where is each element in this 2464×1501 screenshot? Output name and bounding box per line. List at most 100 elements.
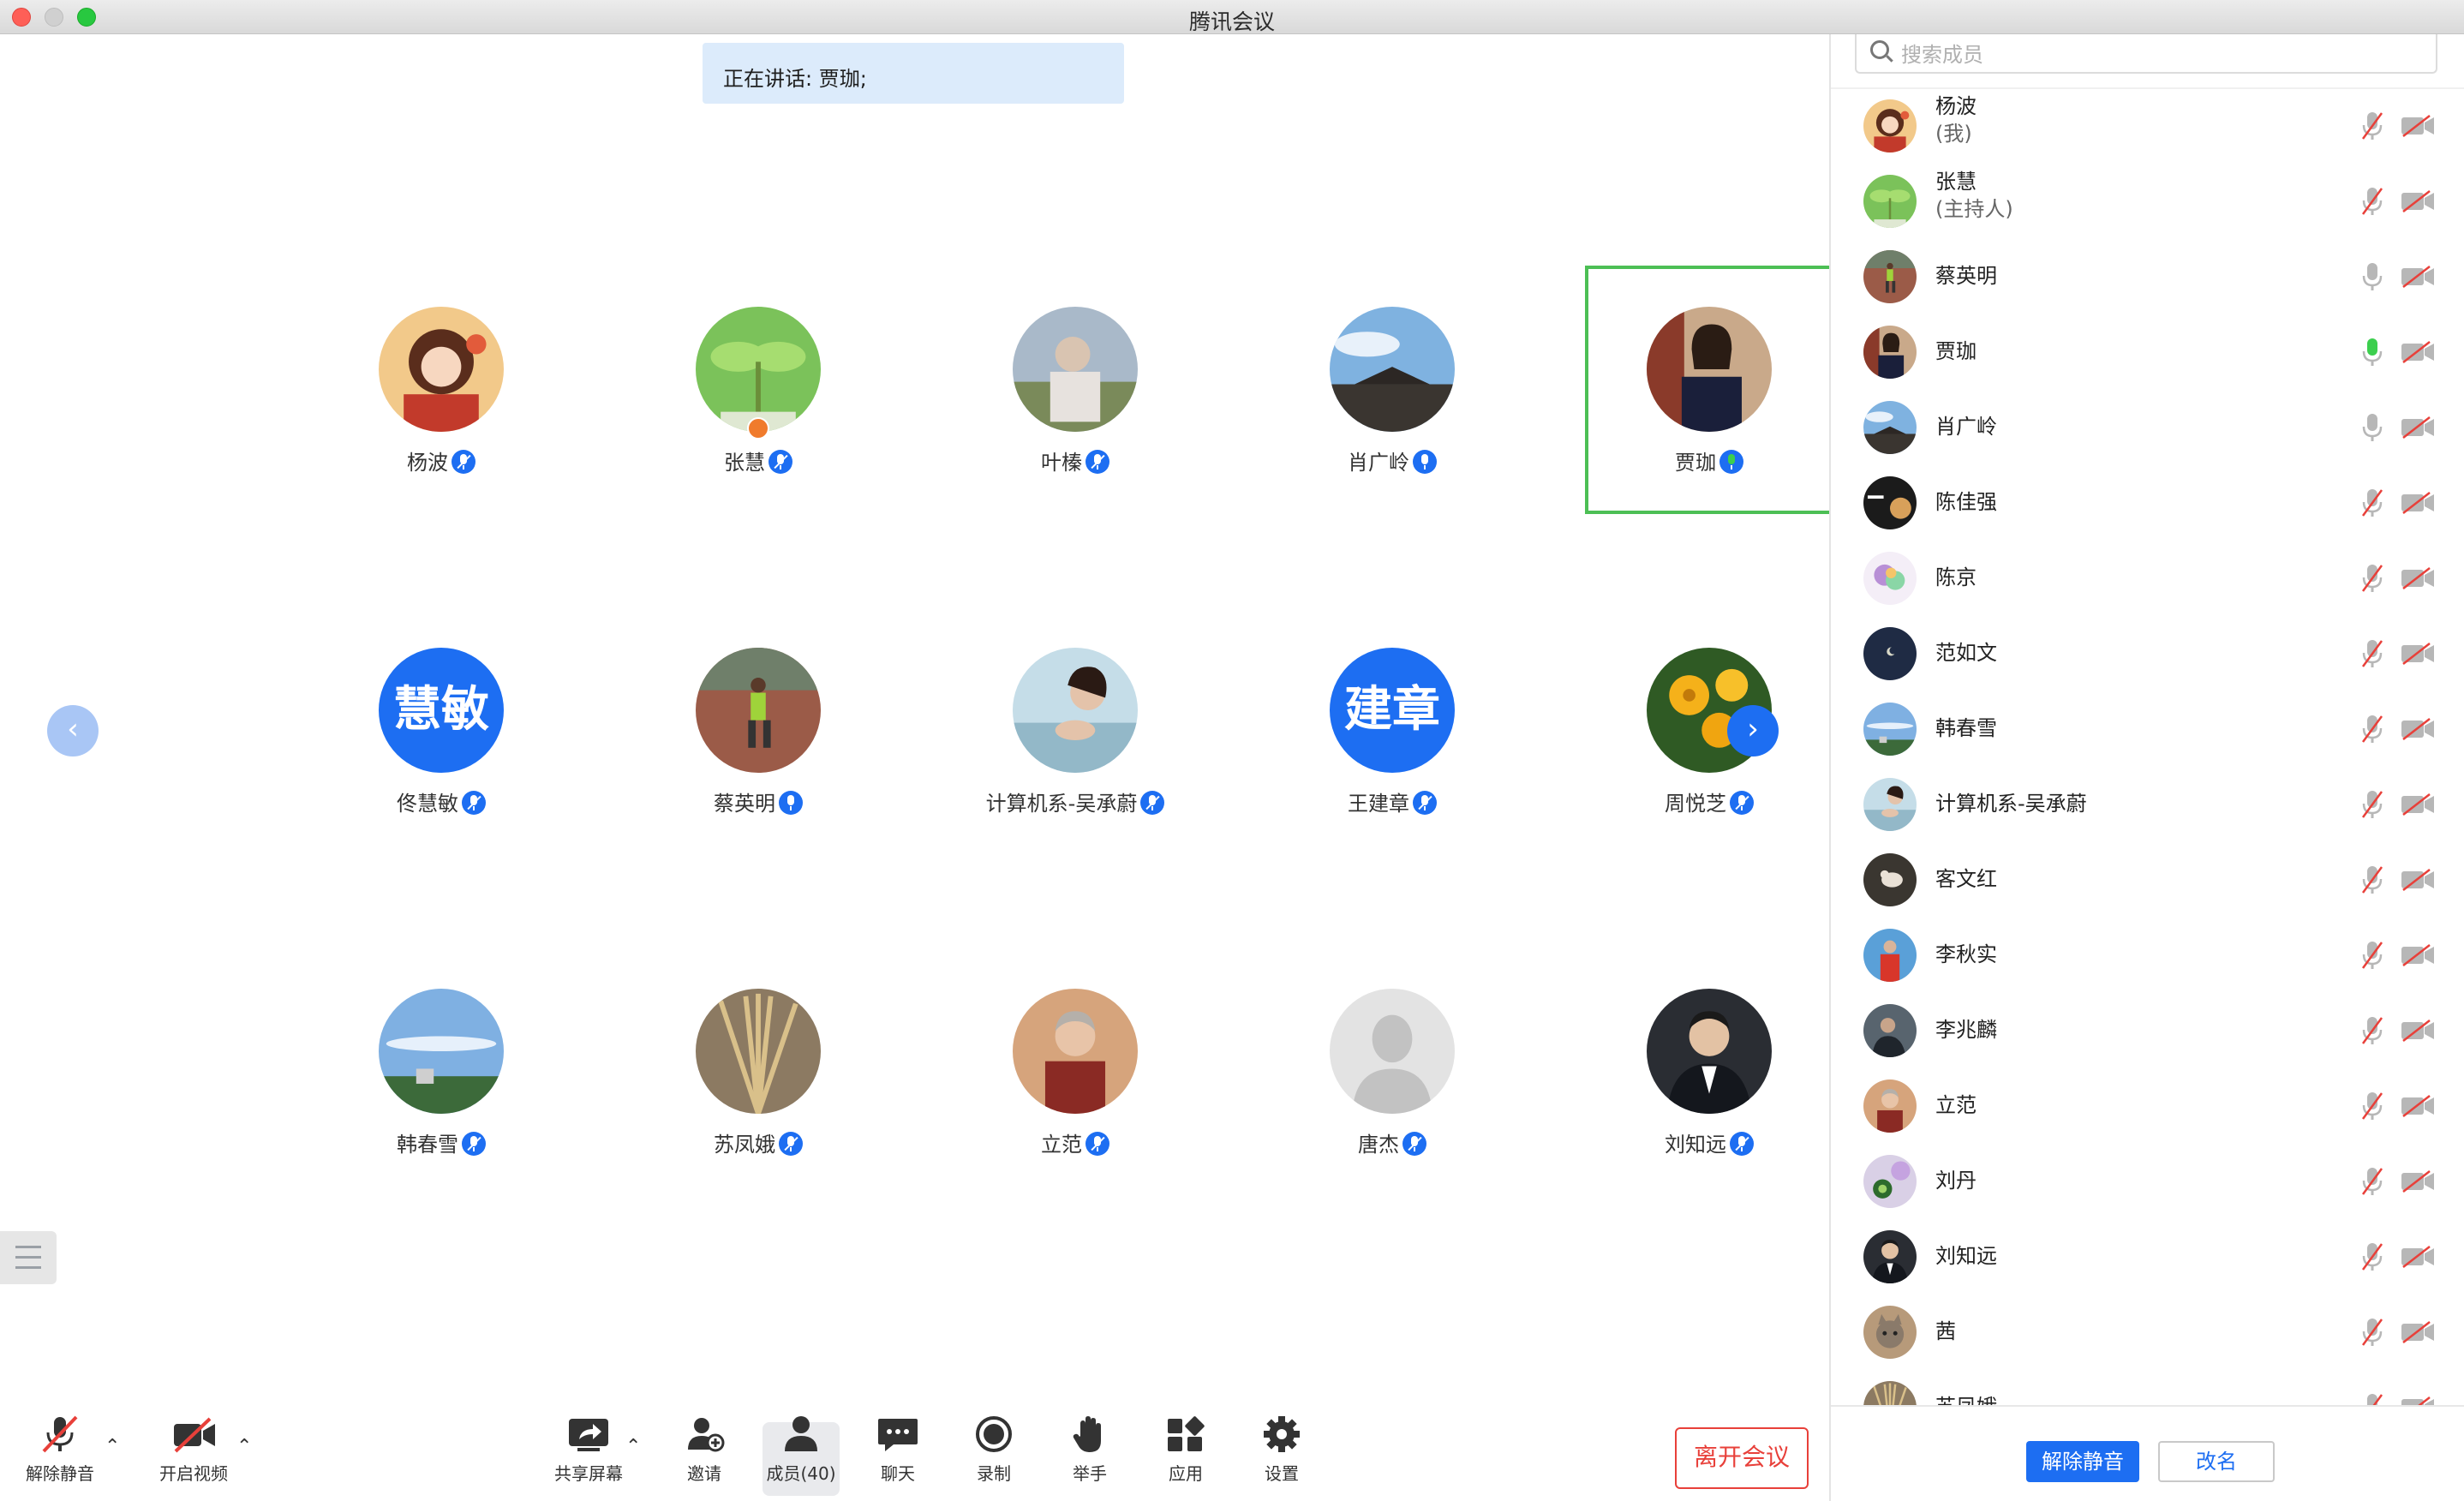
mic-icon[interactable] (2360, 413, 2384, 442)
participant-tile[interactable]: 慧敏 佟慧敏 (317, 607, 565, 855)
camera-off-icon[interactable] (2401, 1396, 2435, 1405)
member-row[interactable]: 贾珈 (1831, 315, 2464, 391)
camera-off-icon[interactable] (2401, 266, 2435, 288)
audio-options-chevron-icon[interactable]: ⌃ (105, 1436, 120, 1457)
member-name: 刘丹 (1935, 1163, 1977, 1193)
participant-tile[interactable]: 张慧 (634, 266, 882, 514)
share-screen-button[interactable]: 共享屏幕 (548, 1415, 629, 1485)
participant-tile[interactable]: 肖广岭 (1268, 266, 1516, 514)
member-row[interactable]: 范如文 (1831, 617, 2464, 692)
member-row[interactable]: 杨波 (我) (1831, 89, 2464, 164)
camera-off-icon[interactable] (2401, 416, 2435, 439)
start-video-button[interactable]: 开启视频 (154, 1415, 233, 1485)
mic-muted-icon[interactable] (2360, 790, 2384, 819)
apps-label: 应用 (1169, 1463, 1203, 1484)
participant-name-row: 叶榛 (951, 446, 1199, 475)
list-view-icon[interactable] (0, 1231, 57, 1284)
mic-muted-icon[interactable] (2360, 639, 2384, 668)
participant-name: 蔡英明 (714, 792, 775, 816)
video-options-chevron-icon[interactable]: ⌃ (236, 1436, 252, 1457)
member-row[interactable]: 客文红 (1831, 843, 2464, 918)
member-row[interactable]: 刘丹 (1831, 1145, 2464, 1220)
unmute-all-button[interactable]: 解除静音 (2026, 1441, 2139, 1482)
camera-off-icon[interactable] (2401, 1170, 2435, 1193)
mic-muted-icon[interactable] (2360, 111, 2384, 141)
mic-muted-icon[interactable] (2360, 488, 2384, 517)
member-row[interactable]: 陈京 (1831, 541, 2464, 617)
mic-muted-icon[interactable] (2360, 187, 2384, 216)
invite-button[interactable]: 邀请 (677, 1415, 732, 1485)
participant-tile[interactable]: 叶榛 (951, 266, 1199, 514)
mic-muted-icon[interactable] (2360, 941, 2384, 970)
camera-off-icon[interactable] (2401, 492, 2435, 514)
record-button[interactable]: 录制 (966, 1415, 1021, 1485)
member-row[interactable]: 张慧 (主持人) (1831, 164, 2464, 240)
camera-off-icon[interactable] (2401, 1246, 2435, 1268)
participant-tile[interactable]: 苏凤娥 (634, 948, 882, 1196)
member-row[interactable]: 蔡英明 (1831, 240, 2464, 315)
raise-hand-button[interactable]: 举手 (1062, 1415, 1117, 1485)
member-row[interactable]: 肖广岭 (1831, 391, 2464, 466)
participant-tile[interactable]: 蔡英明 (634, 607, 882, 855)
mic-muted-icon[interactable] (2360, 1016, 2384, 1045)
camera-off-icon[interactable] (2401, 869, 2435, 891)
mic-icon[interactable] (2360, 262, 2384, 291)
mic-muted-icon[interactable] (2360, 1318, 2384, 1347)
previous-page-button[interactable]: ‹ (47, 705, 99, 756)
camera-off-icon[interactable] (2401, 793, 2435, 816)
camera-off-icon[interactable] (2401, 115, 2435, 137)
member-row[interactable]: 立范 (1831, 1069, 2464, 1145)
leave-meeting-button[interactable]: 离开会议 (1675, 1427, 1809, 1489)
camera-off-icon[interactable] (2401, 1020, 2435, 1042)
member-name-text: 刘丹 (1935, 1169, 1977, 1193)
member-row[interactable]: 陈佳强 (1831, 466, 2464, 541)
mic-muted-icon[interactable] (2360, 1242, 2384, 1271)
member-name-text: 韩春雪 (1935, 716, 1997, 740)
participant-tile[interactable]: 唐杰 (1268, 948, 1516, 1196)
participant-avatar (1647, 307, 1772, 432)
participant-tile[interactable]: 韩春雪 (317, 948, 565, 1196)
participant-name-row: 肖广岭 (1268, 446, 1516, 475)
member-row[interactable]: 苏凤娥 (1831, 1371, 2464, 1405)
participant-tile[interactable]: 周悦芝 (1585, 607, 1833, 855)
settings-button[interactable]: 设置 (1254, 1415, 1309, 1485)
camera-off-icon[interactable] (2401, 1095, 2435, 1117)
member-row[interactable]: 李秋实 (1831, 918, 2464, 994)
next-page-button[interactable]: › (1727, 705, 1779, 756)
participant-tile[interactable]: 贾珈 (1585, 266, 1833, 514)
member-row[interactable]: 李兆麟 (1831, 994, 2464, 1069)
unmute-button[interactable]: 解除静音 (21, 1415, 99, 1485)
mic-muted-icon[interactable] (2360, 564, 2384, 593)
participant-name: 刘知远 (1665, 1133, 1726, 1157)
participant-tile[interactable]: 刘知远 (1585, 948, 1833, 1196)
participant-tile[interactable]: 立范 (951, 948, 1199, 1196)
member-search-input[interactable]: 搜索成员 (1855, 34, 2437, 74)
participant-tile[interactable]: 建章 王建章 (1268, 607, 1516, 855)
camera-off-icon[interactable] (2401, 341, 2435, 363)
member-row[interactable]: 计算机系-吴承蔚 (1831, 768, 2464, 843)
camera-off-icon[interactable] (2401, 567, 2435, 589)
mic-muted-icon[interactable] (2360, 865, 2384, 894)
camera-off-icon[interactable] (2401, 718, 2435, 740)
members-button[interactable]: 成员(40) (761, 1415, 841, 1485)
apps-button[interactable]: 应用 (1158, 1415, 1213, 1485)
participant-tile[interactable]: 杨波 (317, 266, 565, 514)
member-row[interactable]: 茜 (1831, 1295, 2464, 1371)
camera-off-icon[interactable] (2401, 1321, 2435, 1343)
camera-off-icon[interactable] (2401, 643, 2435, 665)
chat-button[interactable]: 聊天 (870, 1415, 925, 1485)
participant-tile[interactable]: 计算机系-吴承蔚 (951, 607, 1199, 855)
member-row[interactable]: 韩春雪 (1831, 692, 2464, 768)
mic-muted-icon[interactable] (2360, 1091, 2384, 1121)
member-row[interactable]: 刘知远 (1831, 1220, 2464, 1295)
mic-icon[interactable] (2360, 338, 2384, 367)
mic-muted-icon[interactable] (2360, 1167, 2384, 1196)
start-video-label: 开启视频 (159, 1463, 228, 1484)
rename-button[interactable]: 改名 (2158, 1441, 2275, 1482)
camera-off-icon[interactable] (2401, 944, 2435, 966)
camera-off-icon[interactable] (2401, 190, 2435, 212)
mic-muted-icon[interactable] (2360, 1393, 2384, 1405)
mic-muted-icon[interactable] (2360, 715, 2384, 744)
participant-name: 佟慧敏 (397, 792, 458, 816)
share-options-chevron-icon[interactable]: ⌃ (625, 1436, 641, 1457)
